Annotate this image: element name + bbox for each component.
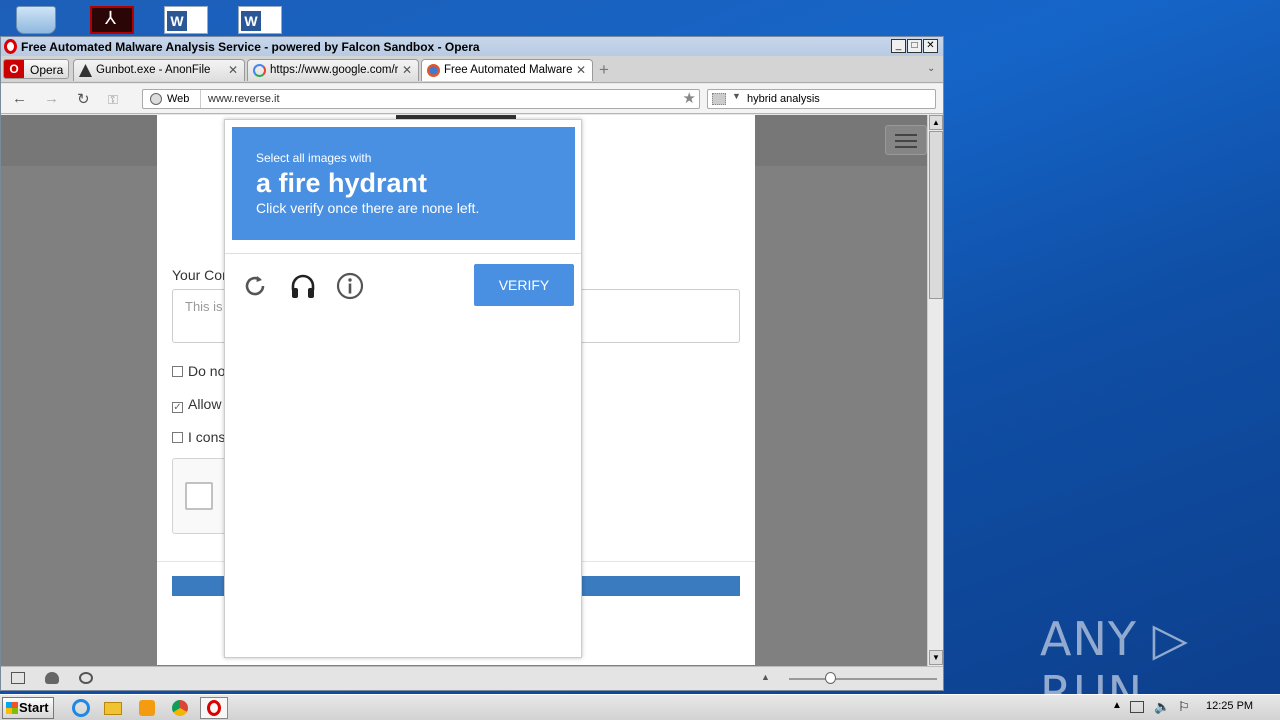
- maximize-button[interactable]: □: [907, 39, 922, 53]
- minimize-button[interactable]: _: [891, 39, 906, 53]
- checkbox-row-1[interactable]: Do no: [172, 363, 225, 379]
- google-favicon-icon: [253, 64, 266, 77]
- new-tab-button[interactable]: +: [599, 60, 609, 80]
- tab-label: Gunbot.exe - AnonFile: [96, 64, 211, 76]
- tab-google[interactable]: https://www.google.com/recaptcha ✕: [247, 59, 419, 81]
- tab-menu-chevron-down-icon[interactable]: ⌄: [927, 63, 935, 74]
- search-text[interactable]: hybrid analysis: [747, 93, 820, 105]
- opera-menu-button[interactable]: O Opera: [3, 59, 69, 79]
- taskbar-chrome-icon[interactable]: [167, 697, 193, 719]
- scroll-up-button[interactable]: ▲: [929, 115, 943, 130]
- checkbox-label: I cons: [188, 429, 226, 445]
- key-icon[interactable]: ⚿: [108, 92, 118, 108]
- zoom-slider-track[interactable]: [789, 678, 937, 680]
- checkbox-label: Do no: [188, 363, 226, 379]
- opera-logo-icon: [4, 39, 17, 54]
- title-bar: Free Automated Malware Analysis Service …: [1, 37, 943, 56]
- status-bar: ▲: [1, 666, 943, 690]
- info-icon[interactable]: [335, 271, 365, 301]
- hamburger-menu-icon[interactable]: [885, 125, 927, 155]
- bookmark-star-icon[interactable]: ★: [683, 89, 696, 107]
- divider: [225, 253, 581, 254]
- acrobat-icon[interactable]: ⅄: [90, 6, 134, 34]
- reload-button[interactable]: ↻: [77, 90, 90, 108]
- checkbox[interactable]: [172, 366, 183, 377]
- tab-anonfile[interactable]: Gunbot.exe - AnonFile ✕: [73, 59, 245, 81]
- forward-button[interactable]: →: [44, 90, 59, 107]
- window-title: Free Automated Malware Analysis Service …: [21, 40, 480, 54]
- checkbox-checked[interactable]: ✓: [172, 402, 183, 413]
- opera-logo-icon: O: [4, 60, 24, 78]
- start-label: Start: [19, 700, 49, 715]
- chevron-down-icon[interactable]: ▼: [732, 91, 741, 101]
- zoom-menu-icon[interactable]: ▲: [761, 672, 770, 682]
- site-favicon-icon: [427, 64, 440, 77]
- captcha-header: Select all images with a fire hydrant Cl…: [232, 127, 575, 240]
- captcha-subinstruction: Click verify once there are none left.: [256, 200, 480, 216]
- taskbar-opera-icon[interactable]: [200, 697, 228, 719]
- navigation-bar: ← → ↻ ⚿ Web www.reverse.it ★ ▼ hybrid an…: [1, 84, 943, 114]
- tab-close-icon[interactable]: ✕: [228, 63, 238, 77]
- recaptcha-widget[interactable]: [172, 458, 232, 534]
- back-button[interactable]: ←: [12, 90, 27, 107]
- tab-close-icon[interactable]: ✕: [576, 63, 586, 77]
- comment-placeholder: This is: [185, 299, 223, 314]
- tab-label: https://www.google.com/recaptcha: [270, 64, 398, 76]
- word-document-icon[interactable]: W: [238, 6, 282, 34]
- action-center-flag-icon[interactable]: ⚐: [1178, 699, 1190, 715]
- windows-logo-icon: [6, 702, 18, 714]
- panel-toggle-icon[interactable]: [11, 672, 25, 684]
- captcha-instruction: Select all images with: [256, 151, 372, 165]
- vertical-scrollbar[interactable]: ▲ ▼: [927, 115, 943, 666]
- headphones-icon[interactable]: [288, 271, 318, 301]
- anonfile-favicon-icon: [79, 64, 92, 77]
- word-document-icon[interactable]: W: [164, 6, 208, 34]
- zoom-slider-knob[interactable]: [825, 672, 836, 684]
- taskbar-media-player-icon[interactable]: [134, 697, 160, 719]
- address-bar[interactable]: Web www.reverse.it ★: [142, 89, 700, 109]
- checkbox[interactable]: [172, 432, 183, 443]
- start-button[interactable]: Start: [2, 697, 54, 719]
- cloud-icon[interactable]: [45, 672, 59, 684]
- url-text[interactable]: www.reverse.it: [208, 93, 280, 105]
- taskbar-ie-icon[interactable]: [68, 697, 94, 719]
- browser-window: Free Automated Malware Analysis Service …: [0, 36, 944, 691]
- tray-expand-icon[interactable]: ▲: [1112, 700, 1122, 711]
- scroll-down-button[interactable]: ▼: [929, 650, 943, 665]
- opera-menu-label: Opera: [30, 63, 64, 77]
- comment-label: Your Cor: [172, 267, 227, 283]
- close-button[interactable]: ✕: [923, 39, 938, 53]
- network-icon[interactable]: [1130, 701, 1144, 713]
- scroll-thumb[interactable]: [929, 131, 943, 299]
- checkbox-row-2[interactable]: ✓ Allow: [172, 396, 221, 413]
- volume-icon[interactable]: 🔈: [1154, 699, 1170, 715]
- taskbar-explorer-icon[interactable]: [100, 697, 126, 719]
- clock[interactable]: 12:25 PM: [1206, 700, 1253, 712]
- search-engine-icon[interactable]: [712, 93, 726, 105]
- captcha-challenge-popup: Select all images with a fire hydrant Cl…: [224, 119, 582, 658]
- recaptcha-checkbox[interactable]: [185, 482, 213, 510]
- taskbar: Start ▲ 🔈 ⚐ 12:25 PM: [0, 694, 1280, 720]
- web-badge[interactable]: Web: [143, 90, 201, 108]
- tab-falcon-sandbox[interactable]: Free Automated Malware Analysis Service …: [421, 59, 593, 81]
- recycle-bin-icon[interactable]: [16, 6, 56, 34]
- page-viewport: Your Cor This is Do no ✓ Allow I cons Sel…: [1, 115, 927, 666]
- tab-close-icon[interactable]: ✕: [402, 63, 412, 77]
- tab-label: Free Automated Malware Analysis Service: [444, 64, 572, 76]
- tab-bar: O Opera Gunbot.exe - AnonFile ✕ https://…: [1, 56, 943, 83]
- captcha-target: a fire hydrant: [256, 168, 428, 198]
- web-label: Web: [167, 93, 190, 105]
- checkbox-label: Allow: [188, 396, 222, 412]
- verify-button[interactable]: VERIFY: [474, 264, 574, 306]
- speed-dial-icon[interactable]: [79, 672, 93, 684]
- reload-icon[interactable]: [240, 271, 270, 301]
- checkbox-row-3[interactable]: I cons: [172, 429, 225, 445]
- search-input[interactable]: ▼ hybrid analysis: [707, 89, 936, 109]
- globe-icon: [150, 93, 162, 105]
